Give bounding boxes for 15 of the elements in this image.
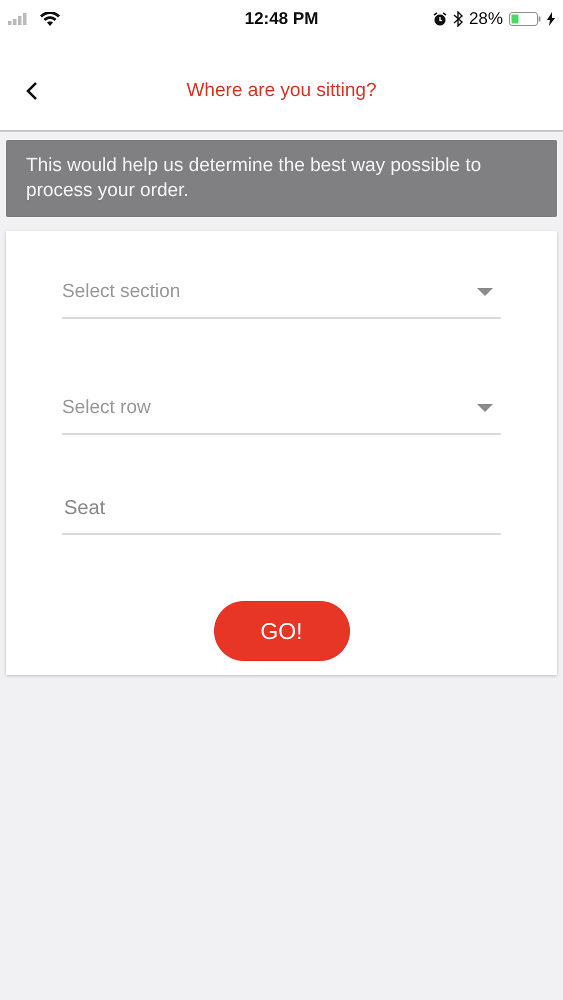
battery-icon <box>509 12 541 26</box>
go-button[interactable]: GO! <box>214 601 350 661</box>
back-chevron-icon <box>26 81 38 101</box>
banner-text: This would help us determine the best way possible to process your order. <box>26 154 482 203</box>
dropdown-caret-icon <box>477 404 493 412</box>
wifi-icon <box>40 12 60 26</box>
dropdown-caret-icon <box>477 288 493 296</box>
bluetooth-icon <box>452 11 463 27</box>
battery-percentage: 28% <box>468 9 503 29</box>
charging-bolt-icon <box>547 12 555 26</box>
alarm-clock-icon <box>432 12 447 26</box>
dropdown-field[interactable]: Select row <box>62 383 501 435</box>
dropdown-field[interactable]: Select section <box>62 267 501 319</box>
page-title: Where are you sitting? <box>186 80 377 102</box>
status-time: 12:48 PM <box>244 9 318 29</box>
